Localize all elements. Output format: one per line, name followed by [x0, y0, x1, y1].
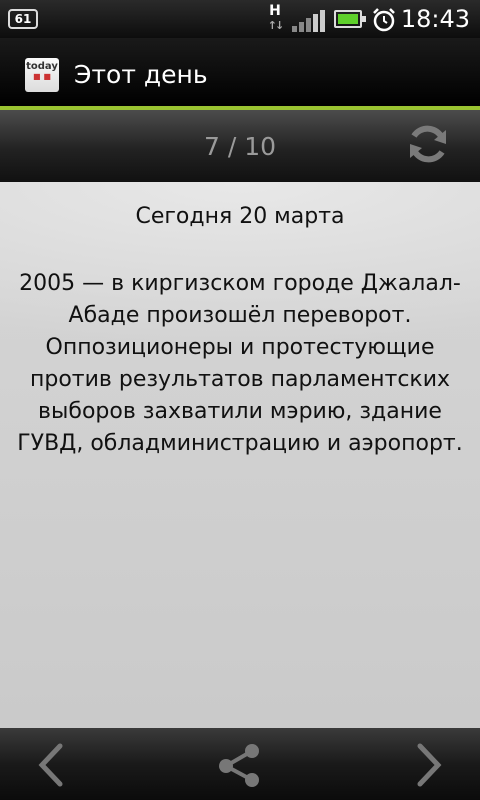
- status-time: 18:43: [400, 5, 470, 33]
- notification-badge[interactable]: 61: [8, 9, 38, 29]
- data-activity-icon: ↑↓: [267, 19, 284, 32]
- bottom-toolbar: [0, 728, 480, 800]
- chevron-left-icon[interactable]: [28, 740, 78, 790]
- notification-count: 61: [14, 12, 32, 26]
- share-icon[interactable]: [214, 740, 266, 790]
- app-title-bar: today ■ ■ Этот день: [0, 38, 480, 106]
- refresh-icon[interactable]: [404, 120, 452, 168]
- signal-strength-icon: [292, 8, 326, 32]
- app-logo-icon: today ■ ■: [25, 58, 59, 92]
- battery-icon: [334, 10, 366, 28]
- app-title: Этот день: [74, 60, 208, 89]
- alarm-clock-icon: [373, 8, 395, 32]
- network-type: H: [269, 3, 281, 19]
- app-icon-label: today: [26, 61, 58, 72]
- chevron-right-icon[interactable]: [402, 740, 452, 790]
- network-indicator: H ↑↓: [264, 3, 286, 35]
- event-text: 2005 — в киргизском городе Джалал-Абаде …: [17, 271, 463, 456]
- event-date: Сегодня 20 марта: [135, 204, 345, 229]
- status-bar: 61 H ↑↓ 18:43: [0, 0, 480, 38]
- event-content: Сегодня 20 марта 2005 — в киргизском гор…: [0, 182, 480, 728]
